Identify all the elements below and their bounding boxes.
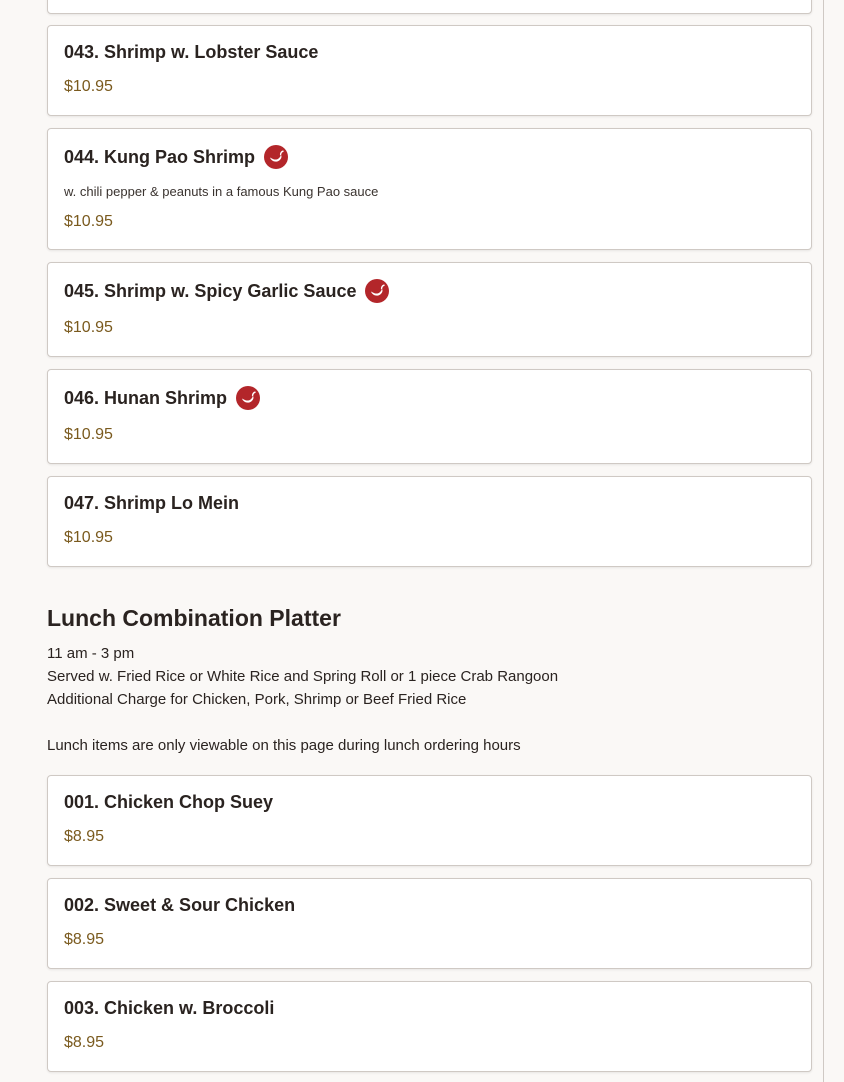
menu-item-price: $10.95 — [64, 529, 113, 546]
menu-item-name: 001. Chicken Chop Suey — [64, 792, 274, 812]
menu-item-price: $10.95 — [64, 78, 113, 95]
scroll-rail — [823, 0, 824, 1082]
section-additional-charge: Additional Charge for Chicken, Pork, Shr… — [47, 691, 467, 708]
section-title: Lunch Combination Platter — [47, 605, 341, 631]
menu-item-price: $10.95 — [64, 426, 113, 443]
menu-item-card[interactable]: 001. Chicken Chop Suey $8.95 — [47, 775, 812, 866]
menu-item-name: 044. Kung Pao Shrimp — [64, 146, 256, 167]
section-notice: Lunch items are only viewable on this pa… — [47, 737, 521, 754]
menu-item-description: w. chili pepper & peanuts in a famous Ku… — [64, 184, 379, 199]
menu-item-card[interactable]: 045. Shrimp w. Spicy Garlic Sauce $10.95 — [47, 262, 812, 357]
menu-item-title: 047. Shrimp Lo Mein — [64, 493, 239, 514]
menu-item-card[interactable]: 047. Shrimp Lo Mein $10.95 — [47, 476, 812, 567]
menu-item-name: 047. Shrimp Lo Mein — [64, 493, 240, 513]
section-hours: 11 am - 3 pm — [47, 645, 135, 662]
menu-item-card[interactable]: 046. Hunan Shrimp $10.95 — [47, 369, 812, 464]
menu-item-title: 045. Shrimp w. Spicy Garlic Sauce — [64, 279, 390, 303]
menu-item-name: 003. Chicken w. Broccoli — [64, 998, 275, 1018]
menu-item-card[interactable]: 043. Shrimp w. Lobster Sauce $10.95 — [47, 25, 812, 116]
menu-item-name: 046. Hunan Shrimp — [64, 387, 228, 408]
menu-item-card-partial[interactable] — [47, 0, 812, 14]
menu-item-name: 002. Sweet & Sour Chicken — [64, 895, 296, 915]
menu-item-price: $8.95 — [64, 828, 105, 845]
menu-item-price: $10.95 — [64, 213, 113, 230]
menu-item-price: $8.95 — [64, 931, 105, 948]
menu-item-title: 043. Shrimp w. Lobster Sauce — [64, 42, 318, 63]
menu-item-title: 003. Chicken w. Broccoli — [64, 998, 274, 1019]
menu-item-title: 044. Kung Pao Shrimp — [64, 145, 289, 169]
menu-item-title: 046. Hunan Shrimp — [64, 386, 261, 410]
menu-item-card[interactable]: 044. Kung Pao Shrimp w. chili pepper & p… — [47, 128, 812, 250]
menu-item-price: $10.95 — [64, 319, 113, 336]
menu-item-title: 001. Chicken Chop Suey — [64, 792, 273, 813]
menu-item-price: $8.95 — [64, 1034, 105, 1051]
menu-item-card[interactable]: 002. Sweet & Sour Chicken $8.95 — [47, 878, 812, 969]
spicy-pepper-icon — [365, 279, 390, 303]
spicy-pepper-icon — [264, 145, 289, 169]
menu-item-name: 043. Shrimp w. Lobster Sauce — [64, 42, 319, 62]
menu-item-card[interactable]: 003. Chicken w. Broccoli $8.95 — [47, 981, 812, 1072]
spicy-pepper-icon — [236, 386, 261, 410]
menu-item-title: 002. Sweet & Sour Chicken — [64, 895, 295, 916]
section-served-with: Served w. Fried Rice or White Rice and S… — [47, 668, 559, 685]
menu-item-name: 045. Shrimp w. Spicy Garlic Sauce — [64, 280, 357, 301]
